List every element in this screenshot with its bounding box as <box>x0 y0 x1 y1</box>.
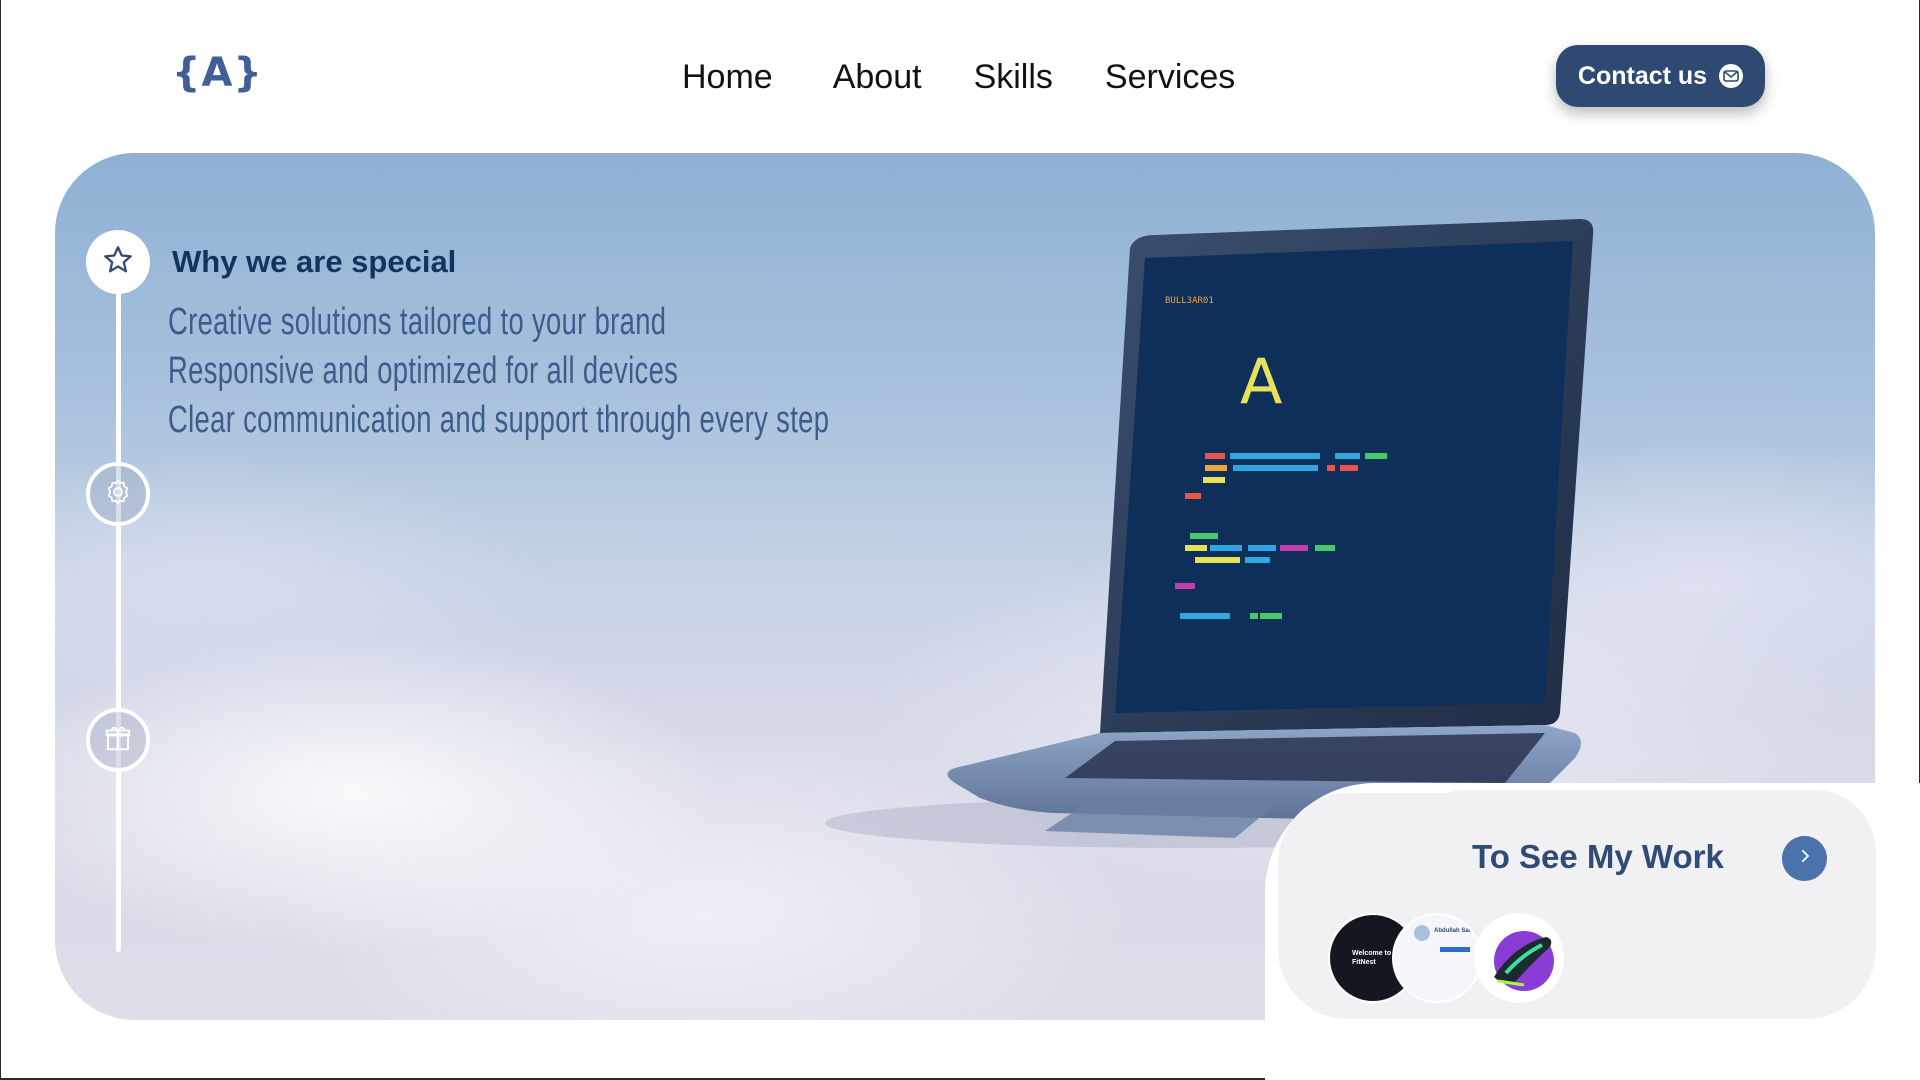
code-letter: A <box>1240 345 1282 418</box>
section-title: Why we are special <box>172 244 457 279</box>
feature-list: Creative solutions tailored to your bran… <box>168 298 1086 445</box>
main-nav: Home About Skills Services <box>682 58 1235 97</box>
chevron-right-icon <box>1796 847 1814 870</box>
nav-home[interactable]: Home <box>682 58 773 97</box>
feature-item: Creative solutions tailored to your bran… <box>168 301 667 343</box>
contact-button[interactable]: Contact us <box>1556 45 1765 107</box>
nav-about[interactable]: About <box>833 58 922 97</box>
mail-icon <box>1719 64 1744 88</box>
nav-skills[interactable]: Skills <box>974 58 1053 97</box>
star-icon <box>101 243 135 282</box>
timeline-line <box>116 262 121 952</box>
timeline-node-gear[interactable] <box>86 462 150 526</box>
work-thumb-sneaker[interactable] <box>1474 913 1564 1003</box>
thumb-bar <box>1440 947 1470 952</box>
gear-icon <box>103 477 133 512</box>
gift-icon <box>103 723 133 758</box>
feature-item: Clear communication and support through … <box>168 399 830 441</box>
timeline-node-gift[interactable] <box>86 708 150 772</box>
feature-item: Responsive and optimized for all devices <box>168 350 679 392</box>
work-card-title[interactable]: To See My Work <box>1472 838 1724 876</box>
portfolio-thumbnail-text: Abdullah Sarraf <box>1434 928 1479 934</box>
logo[interactable]: {A} <box>172 50 263 96</box>
avatar <box>1414 925 1430 941</box>
work-thumb-portfolio[interactable]: Abdullah Sarraf <box>1392 913 1482 1003</box>
code-text: BULL3AR01 <box>1165 296 1214 306</box>
nav-services[interactable]: Services <box>1105 58 1235 97</box>
work-next-button[interactable] <box>1782 836 1827 881</box>
timeline-node-star[interactable] <box>86 230 150 294</box>
contact-button-label: Contact us <box>1577 61 1708 90</box>
